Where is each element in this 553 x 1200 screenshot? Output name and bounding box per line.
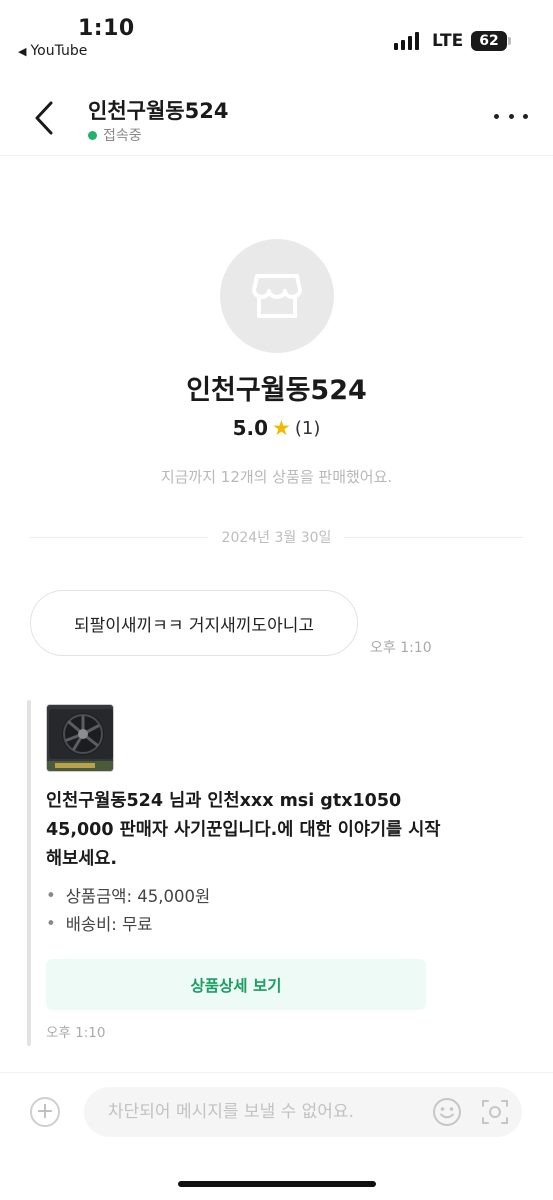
- bottom-divider: [0, 1072, 553, 1073]
- product-info-list: • 상품금액: 45,000원 • 배송비: 무료: [46, 881, 210, 937]
- more-dots-icon: [494, 113, 499, 119]
- store-icon: [252, 274, 302, 318]
- price-item: • 상품금액: 45,000원: [46, 881, 210, 909]
- back-button[interactable]: [26, 98, 62, 138]
- battery-tip: [508, 37, 511, 45]
- network-type: LTE: [432, 31, 464, 51]
- back-triangle-icon: ◀: [18, 44, 27, 58]
- online-status-label: 접속중: [103, 128, 142, 144]
- seller-avatar[interactable]: [220, 239, 334, 353]
- back-chevron-icon: [35, 101, 53, 135]
- product-thumbnail[interactable]: [46, 704, 114, 772]
- online-dot-icon: [88, 130, 97, 140]
- date-divider: 2024년 3월 30일: [30, 527, 523, 547]
- more-options-button[interactable]: [494, 106, 528, 126]
- product-card-text: 인천구월동524 님과 인천xxx msi gtx1050 45,000 판매자…: [46, 791, 441, 869]
- gpu-image: [47, 705, 113, 771]
- review-count: (1): [294, 417, 321, 439]
- product-detail-button[interactable]: 상품상세 보기: [46, 959, 426, 1010]
- incoming-message[interactable]: 되팔이새끼ㅋㅋ 거지새끼도아니고: [30, 590, 358, 656]
- sales-count-note: 지금까지 12개의 상품을 판매했어요.: [160, 468, 393, 486]
- rating-score: 5.0: [232, 416, 269, 440]
- card-time: 오후 1:10: [46, 1025, 106, 1041]
- emoji-button[interactable]: [432, 1097, 462, 1127]
- message-text: 되팔이새끼ㅋㅋ 거지새끼도아니고: [73, 615, 314, 636]
- camera-button[interactable]: [480, 1097, 510, 1127]
- price-label: 상품금액: 45,000원: [65, 887, 211, 906]
- seller-rating[interactable]: 5.0 ★ (1): [0, 416, 553, 440]
- plus-icon: +: [35, 1099, 55, 1124]
- header-title: 인천구월동524: [88, 99, 229, 123]
- back-app-label: YouTube: [30, 43, 88, 59]
- status-time: 1:10: [78, 16, 135, 41]
- seller-name: 인천구월동524: [186, 375, 367, 406]
- date-label: 2024년 3월 30일: [221, 530, 332, 546]
- card-accent-bar: [27, 700, 31, 1046]
- back-to-app-link[interactable]: ◀ YouTube: [18, 43, 87, 59]
- attach-button[interactable]: +: [30, 1097, 60, 1127]
- signal-icon: [394, 32, 419, 50]
- shipping-item: • 배송비: 무료: [46, 909, 210, 937]
- emoji-icon: [433, 1098, 461, 1126]
- message-time: 오후 1:10: [370, 640, 432, 656]
- star-icon: ★: [272, 415, 291, 440]
- online-status: 접속중: [88, 125, 142, 145]
- battery-icon: 62: [471, 31, 507, 51]
- shipping-label: 배송비: 무료: [65, 915, 153, 934]
- camera-icon: [482, 1100, 508, 1124]
- status-bar: 1:10 ◀ YouTube LTE 62: [0, 0, 553, 70]
- chat-header: 인천구월동524 접속중: [0, 78, 553, 156]
- home-indicator[interactable]: [178, 1181, 376, 1187]
